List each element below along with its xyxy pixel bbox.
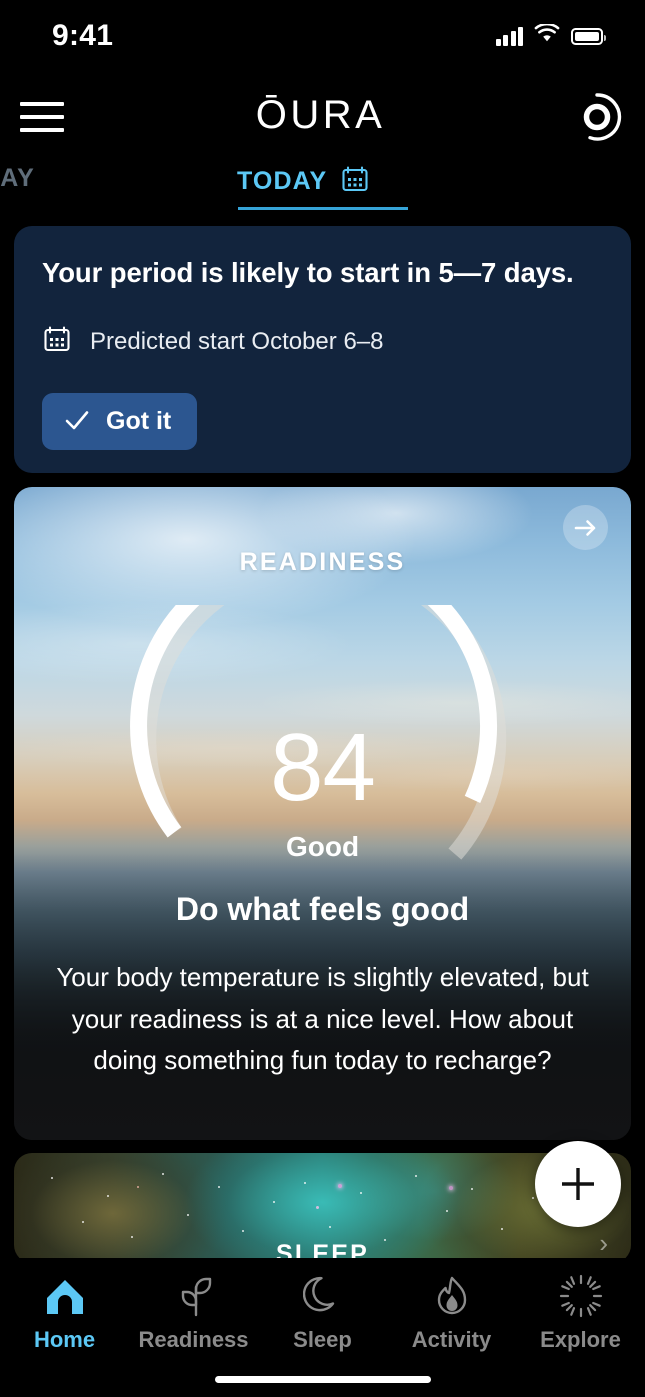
- readiness-card[interactable]: READINESS 84 Good Do what feels good You…: [14, 487, 631, 1140]
- calendar-icon: [340, 164, 370, 199]
- readiness-score: 84: [270, 714, 376, 821]
- wifi-icon: [534, 22, 560, 48]
- readiness-insight-title: Do what feels good: [175, 891, 470, 927]
- period-predicted-row: Predicted start October 6–8: [42, 324, 603, 359]
- tab-yesterday[interactable]: RDAY: [0, 164, 35, 193]
- home-icon: [43, 1274, 87, 1318]
- tab-today[interactable]: TODAY: [237, 164, 370, 199]
- hamburger-menu-icon[interactable]: [14, 96, 70, 138]
- tab-today-label: TODAY: [237, 167, 328, 195]
- got-it-label: Got it: [106, 407, 172, 436]
- app-brand-logo: ŌURA: [255, 92, 386, 137]
- readiness-detail-arrow-button[interactable]: [563, 505, 608, 550]
- nav-item-home[interactable]: Home: [0, 1274, 129, 1353]
- arrow-right-icon: [574, 519, 595, 536]
- nav-item-activity[interactable]: Activity: [387, 1274, 516, 1353]
- app-screen: 9:41 ŌURA RDAY: [0, 0, 645, 1397]
- readiness-label: READINESS: [239, 548, 406, 576]
- got-it-button[interactable]: Got it: [42, 393, 198, 451]
- nav-label-explore: Explore: [540, 1327, 621, 1352]
- cellular-bars-icon: [495, 26, 523, 46]
- arrow-right-icon[interactable]: ›: [599, 1228, 608, 1259]
- nav-item-readiness[interactable]: Readiness: [129, 1274, 258, 1353]
- nav-label-activity: Activity: [411, 1327, 492, 1352]
- home-indicator: [214, 1376, 431, 1383]
- oura-ring-icon[interactable]: [571, 91, 623, 143]
- period-prediction-card: Your period is likely to start in 5—7 da…: [14, 226, 631, 473]
- status-icons: [495, 22, 606, 48]
- status-bar: 9:41: [0, 0, 645, 72]
- check-icon: [64, 409, 90, 434]
- readiness-insight-body: Your body temperature is slightly elevat…: [56, 962, 589, 1076]
- nav-label-readiness: Readiness: [138, 1327, 249, 1352]
- nav-label-home: Home: [33, 1327, 96, 1352]
- period-predicted-text: Predicted start October 6–8: [90, 327, 384, 355]
- tab-active-underline: [238, 207, 408, 210]
- period-card-title: Your period is likely to start in 5—7 da…: [42, 257, 574, 288]
- app-header: ŌURA: [0, 78, 645, 156]
- readiness-state-label: Good: [285, 831, 360, 862]
- status-time: 9:41: [52, 19, 114, 52]
- day-tabs: RDAY TODAY: [0, 158, 645, 214]
- calendar-icon: [42, 324, 72, 359]
- sunburst-icon: [559, 1274, 603, 1318]
- plus-icon: [562, 1168, 594, 1200]
- moon-icon: [302, 1274, 343, 1318]
- add-button[interactable]: [535, 1141, 621, 1227]
- battery-icon: [571, 27, 606, 45]
- nav-item-explore[interactable]: Explore: [516, 1274, 645, 1353]
- nav-item-sleep[interactable]: Sleep: [258, 1274, 387, 1353]
- sprout-icon: [172, 1274, 216, 1318]
- nav-label-sleep: Sleep: [293, 1327, 352, 1352]
- flame-icon: [433, 1274, 471, 1318]
